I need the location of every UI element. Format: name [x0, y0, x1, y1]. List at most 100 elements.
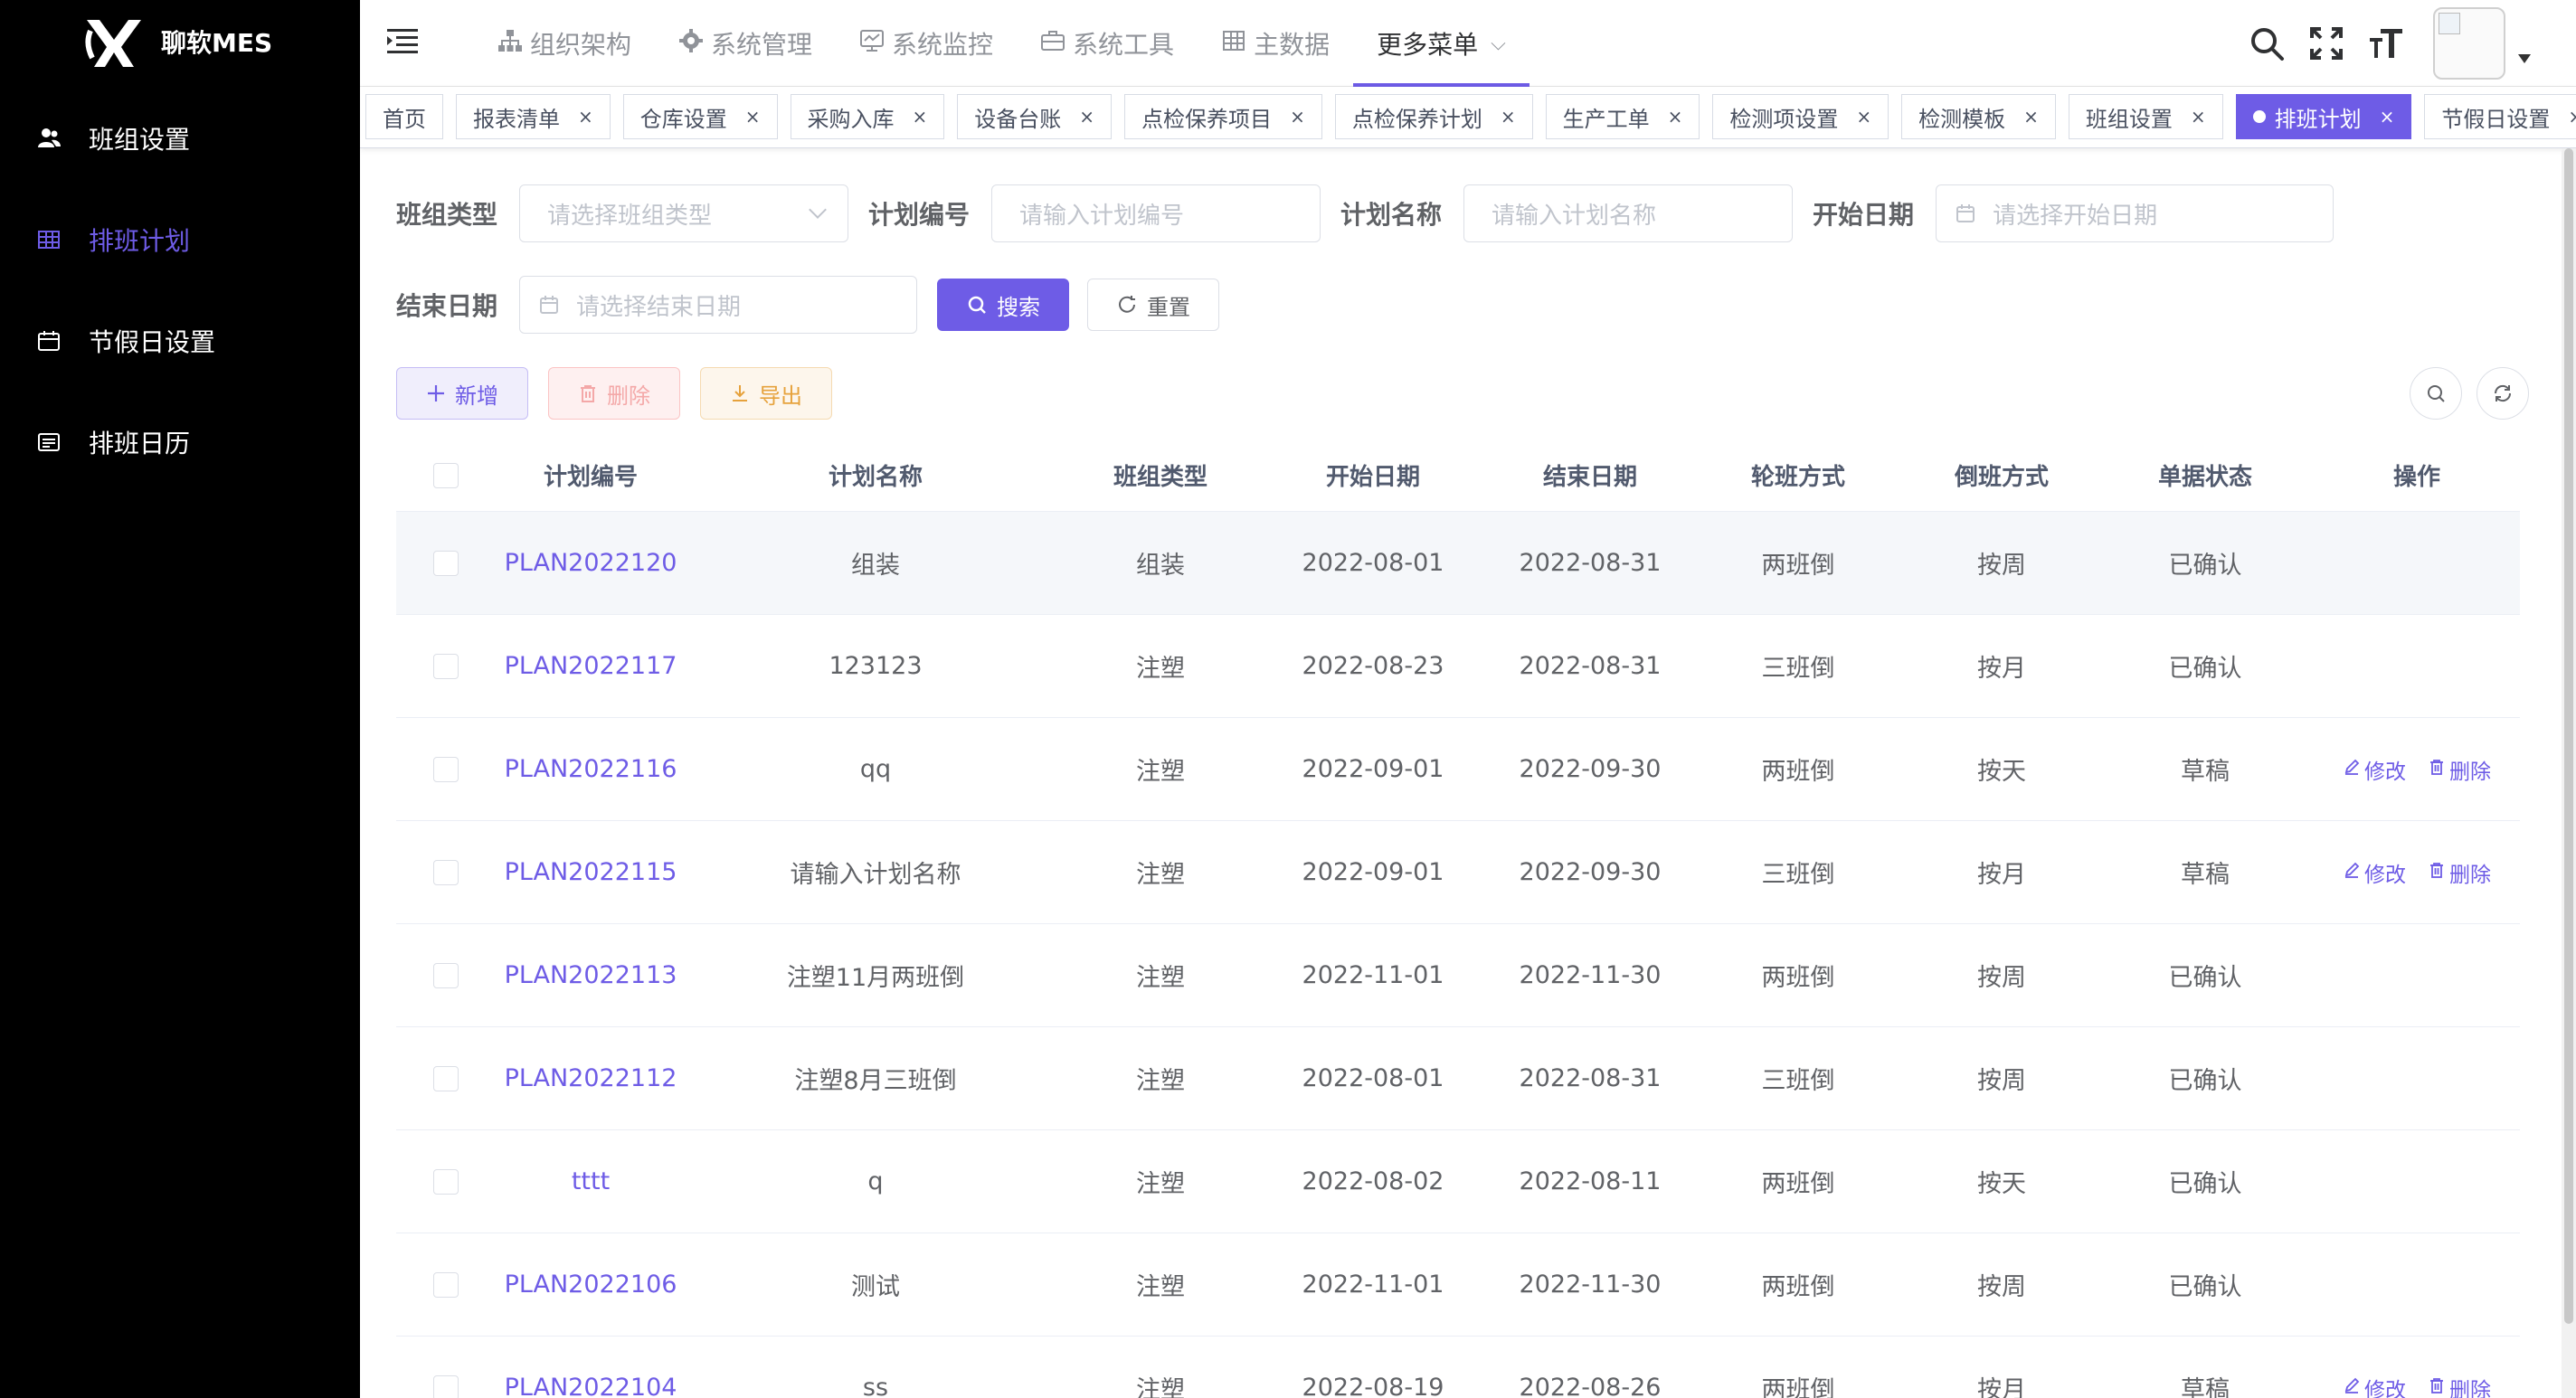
nav-menu-item-6[interactable]: 更多菜单 ⌵	[1353, 0, 1530, 87]
search-button[interactable]: 搜索	[937, 279, 1070, 331]
tab-3[interactable]: 仓库设置 ×	[622, 94, 778, 139]
table-row[interactable]: PLAN2022104 ss 注塑 2022-08-19 2022-08-26 两班倒 按月…	[396, 1337, 2520, 1398]
hamburger-icon[interactable]	[387, 27, 420, 56]
row-checkbox[interactable]	[433, 1374, 459, 1398]
tab-10[interactable]: 检测模板 ×	[1901, 94, 2056, 139]
tab-2[interactable]: 报表清单 ×	[456, 94, 611, 139]
row-delete-button[interactable]: 删除	[2428, 754, 2491, 785]
cell-code[interactable]: PLAN2022104	[496, 1374, 686, 1398]
fullscreen-icon[interactable]	[2306, 24, 2346, 63]
cell-code[interactable]: PLAN2022106	[496, 1270, 686, 1299]
cell-code[interactable]: tttt	[496, 1167, 686, 1195]
search-icon[interactable]	[2247, 24, 2287, 63]
nav-menu-item-1[interactable]: 组织架构	[474, 0, 655, 87]
nav-menu-item-5[interactable]: 主数据	[1198, 0, 1353, 87]
tab-7[interactable]: 点检保养计划 ×	[1334, 94, 1533, 139]
table-row[interactable]: PLAN2022120 组装 组装 2022-08-01 2022-08-31 两班倒 按周…	[396, 512, 2520, 615]
cell-team: 注塑	[1136, 758, 1185, 786]
cell-code[interactable]: PLAN2022116	[496, 755, 686, 783]
tab-12[interactable]: 排班计划 ×	[2235, 94, 2412, 139]
cell-code[interactable]: PLAN2022117	[496, 652, 686, 680]
edit-button[interactable]: 修改	[2343, 1373, 2406, 1398]
column-header: 计划名称	[828, 464, 923, 491]
row-checkbox[interactable]	[433, 962, 459, 988]
close-icon[interactable]: ×	[1290, 106, 1305, 128]
tab-11[interactable]: 班组设置 ×	[2068, 94, 2223, 139]
cell-start: 2022-08-19	[1302, 1374, 1444, 1398]
sidebar-item-2[interactable]: 排班计划	[0, 190, 360, 289]
reset-button-label: 重置	[1147, 294, 1191, 320]
team-type-select[interactable]: 请选择班组类型	[519, 184, 849, 242]
cell-code[interactable]: PLAN2022113	[496, 961, 686, 989]
add-button[interactable]: 新增	[396, 367, 528, 420]
row-checkbox[interactable]	[433, 1168, 459, 1195]
cell-start: 2022-08-02	[1302, 1167, 1444, 1195]
table-row[interactable]: PLAN2022117 123123 注塑 2022-08-23 2022-08-31 三…	[396, 615, 2520, 718]
close-icon[interactable]: ×	[2568, 106, 2576, 128]
start-date-picker[interactable]: 请选择开始日期	[1936, 184, 2334, 242]
row-checkbox[interactable]	[433, 653, 459, 679]
cell-code[interactable]: PLAN2022112	[496, 1064, 686, 1092]
tab-8[interactable]: 生产工单 ×	[1545, 94, 1700, 139]
font-size-icon[interactable]	[2366, 24, 2406, 63]
table-row[interactable]: PLAN2022112 注塑8月三班倒 注塑 2022-08-01 2022-08-31…	[396, 1027, 2520, 1130]
close-icon[interactable]: ×	[1079, 106, 1094, 128]
scrollbar[interactable]	[2562, 148, 2576, 1398]
table-row[interactable]: tttt q 注塑 2022-08-02 2022-08-11 两班倒 按天 已确认	[396, 1130, 2520, 1233]
cell-actions: 修改 删除	[2314, 1373, 2520, 1398]
delete-button[interactable]: 删除	[548, 367, 680, 420]
row-delete-button[interactable]: 删除	[2428, 1373, 2491, 1398]
close-icon[interactable]: ×	[745, 106, 761, 128]
nav-menu-item-2[interactable]: 系统管理	[655, 0, 836, 87]
table-row[interactable]: PLAN2022115 请输入计划名称 注塑 2022-09-01 2022-09-30…	[396, 821, 2520, 924]
cell-code[interactable]: PLAN2022115	[496, 858, 686, 886]
sidebar-item-3[interactable]: 节假日设置	[0, 291, 360, 391]
row-checkbox[interactable]	[433, 1271, 459, 1298]
plan-code-input[interactable]: 请输入计划编号	[991, 184, 1321, 242]
tab-4[interactable]: 采购入库 ×	[790, 94, 945, 139]
edit-button[interactable]: 修改	[2343, 857, 2406, 888]
nav-menu-item-3[interactable]: 系统监控	[836, 0, 1017, 87]
table-row[interactable]: PLAN2022113 注塑11月两班倒 注塑 2022-11-01 2022-11-3…	[396, 924, 2520, 1027]
edit-button[interactable]: 修改	[2343, 754, 2406, 785]
close-icon[interactable]: ×	[913, 106, 928, 128]
sidebar-item-4[interactable]: 排班日历	[0, 392, 360, 492]
close-icon[interactable]: ×	[1856, 106, 1871, 128]
row-checkbox[interactable]	[433, 550, 459, 576]
close-icon[interactable]: ×	[578, 106, 593, 128]
tab-6[interactable]: 点检保养项目 ×	[1124, 94, 1322, 139]
tab-1[interactable]: 首页	[365, 94, 443, 139]
tab-5[interactable]: 设备台账 ×	[957, 94, 1113, 139]
nav-menu-item-4[interactable]: 系统工具	[1017, 0, 1198, 87]
close-icon[interactable]: ×	[1501, 106, 1516, 128]
toggle-search-button[interactable]	[2410, 367, 2462, 420]
row-checkbox[interactable]	[433, 1065, 459, 1091]
sidebar-item-1[interactable]: 班组设置	[0, 89, 360, 188]
close-icon[interactable]: ×	[2380, 106, 2395, 128]
avatar[interactable]	[2433, 7, 2505, 80]
refresh-table-button[interactable]	[2477, 367, 2529, 420]
cell-start: 2022-08-23	[1302, 652, 1444, 680]
table-row[interactable]: PLAN2022116 qq 注塑 2022-09-01 2022-09-30 两班倒 按天…	[396, 718, 2520, 821]
row-checkbox[interactable]	[433, 859, 459, 885]
search-form-row-1: 班组类型 请选择班组类型 计划编号 请输入计划编号 计划名称 请输入计划名称 开…	[396, 184, 2334, 242]
table-row[interactable]: PLAN2022106 测试 注塑 2022-11-01 2022-11-30 两班倒 按周…	[396, 1233, 2520, 1337]
cell-code[interactable]: PLAN2022120	[496, 549, 686, 577]
tab-9[interactable]: 检测项设置 ×	[1712, 94, 1889, 139]
caret-down-icon[interactable]	[2518, 54, 2531, 63]
row-select-cell	[396, 1374, 496, 1398]
tab-13[interactable]: 节假日设置 ×	[2424, 94, 2576, 139]
row-checkbox[interactable]	[433, 756, 459, 782]
reset-button[interactable]: 重置	[1087, 279, 1220, 331]
plan-name-input[interactable]: 请输入计划名称	[1463, 184, 1794, 242]
select-all-checkbox[interactable]	[433, 462, 459, 488]
end-date-picker[interactable]: 请选择结束日期	[519, 276, 918, 334]
scrollbar-thumb[interactable]	[2564, 148, 2573, 1324]
export-button[interactable]: 导出	[700, 367, 832, 420]
close-icon[interactable]: ×	[2191, 106, 2206, 128]
cell-start: 2022-09-01	[1302, 858, 1444, 886]
close-icon[interactable]: ×	[2023, 106, 2039, 128]
close-icon[interactable]: ×	[1668, 106, 1683, 128]
row-delete-button[interactable]: 删除	[2428, 857, 2491, 888]
end-date-placeholder: 请选择结束日期	[576, 293, 742, 321]
